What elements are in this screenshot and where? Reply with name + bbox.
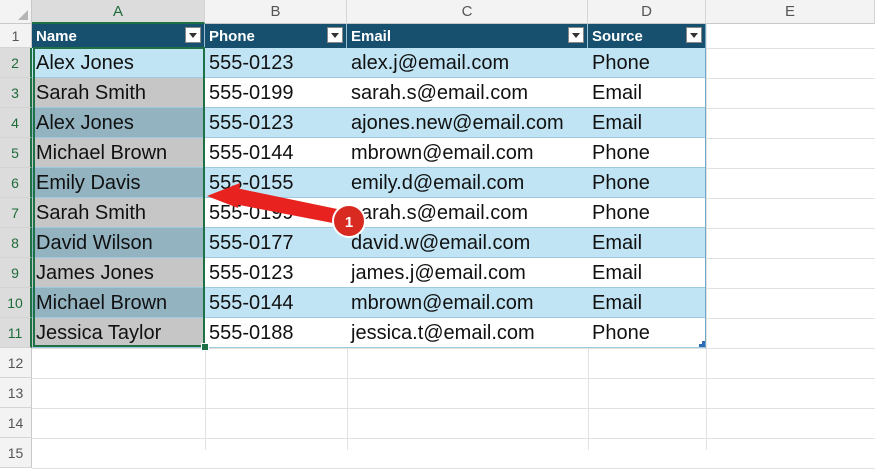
table-cell[interactable]: David Wilson <box>32 228 205 258</box>
table-cell[interactable]: 555-0188 <box>205 318 347 348</box>
table-cell[interactable]: 555-0177 <box>205 228 347 258</box>
table-cell[interactable]: sarah.s@email.com <box>347 198 588 228</box>
table-cell[interactable]: Phone <box>588 318 706 348</box>
row-header-5[interactable]: 5 <box>0 138 32 168</box>
table-cell[interactable]: Alex Jones <box>32 48 205 78</box>
header-cell-name[interactable]: Name <box>32 24 205 48</box>
table-cell[interactable]: Sarah Smith <box>32 198 205 228</box>
table-cell[interactable]: Phone <box>588 168 706 198</box>
filter-dropdown-icon[interactable] <box>327 27 343 43</box>
header-cell-phone[interactable]: Phone <box>205 24 347 48</box>
table-cell[interactable]: 555-0123 <box>205 48 347 78</box>
table-cell[interactable]: Email <box>588 228 706 258</box>
column-header-d[interactable]: D <box>588 0 706 24</box>
table-cell[interactable]: 555-0199 <box>205 78 347 108</box>
table-cell[interactable]: Sarah Smith <box>32 78 205 108</box>
row-header-13[interactable]: 13 <box>0 378 32 408</box>
column-header-e[interactable]: E <box>706 0 875 24</box>
header-label: Phone <box>209 27 255 45</box>
table-resize-handle[interactable] <box>699 341 705 347</box>
table-cell[interactable]: Alex Jones <box>32 108 205 138</box>
table-cell[interactable]: Phone <box>588 138 706 168</box>
spreadsheet-grid[interactable]: ABCDE 1 2 3 4 5 6 7 8 9 10 11 12 13 14 15 Name Phone Ema… <box>0 0 875 469</box>
table-cell[interactable]: Phone <box>588 48 706 78</box>
table-cell[interactable]: Email <box>588 78 706 108</box>
column-header-b[interactable]: B <box>205 0 347 24</box>
fill-handle[interactable] <box>201 343 209 351</box>
header-cell-source[interactable]: Source <box>588 24 706 48</box>
table-cell[interactable]: jessica.t@email.com <box>347 318 588 348</box>
row-header-8[interactable]: 8 <box>0 228 32 258</box>
table-cell[interactable]: emily.d@email.com <box>347 168 588 198</box>
table-cell[interactable]: James Jones <box>32 258 205 288</box>
table-cell[interactable]: mbrown@email.com <box>347 138 588 168</box>
row-header-7[interactable]: 7 <box>0 198 32 228</box>
row-header-12[interactable]: 12 <box>0 348 32 378</box>
header-label: Email <box>351 27 392 45</box>
table-cell[interactable]: Emily Davis <box>32 168 205 198</box>
header-label: Source <box>592 27 643 45</box>
table-cell[interactable]: Email <box>588 288 706 318</box>
select-all-corner[interactable] <box>0 0 32 24</box>
column-header-c[interactable]: C <box>347 0 588 24</box>
table-cell[interactable]: 555-0199 <box>205 198 347 228</box>
row-header-15[interactable]: 15 <box>0 438 32 468</box>
filter-dropdown-icon[interactable] <box>568 27 584 43</box>
table-cell[interactable]: 555-0155 <box>205 168 347 198</box>
table-cell[interactable]: 555-0123 <box>205 258 347 288</box>
filter-dropdown-icon[interactable] <box>185 27 201 43</box>
row-header-10[interactable]: 10 <box>0 288 32 318</box>
table-cell[interactable]: Email <box>588 258 706 288</box>
table-cell[interactable]: alex.j@email.com <box>347 48 588 78</box>
row-header-2[interactable]: 2 <box>0 48 32 78</box>
table-cell[interactable]: Phone <box>588 198 706 228</box>
table-cell[interactable]: ajones.new@email.com <box>347 108 588 138</box>
table-cell[interactable]: Michael Brown <box>32 138 205 168</box>
table-cell[interactable]: 555-0144 <box>205 138 347 168</box>
table-cell[interactable]: mbrown@email.com <box>347 288 588 318</box>
row-header-3[interactable]: 3 <box>0 78 32 108</box>
row-header-1[interactable]: 1 <box>0 24 32 48</box>
table-cell[interactable]: 555-0144 <box>205 288 347 318</box>
header-label: Name <box>36 27 77 45</box>
table-cell[interactable]: Michael Brown <box>32 288 205 318</box>
filter-dropdown-icon[interactable] <box>686 27 702 43</box>
row-header-11[interactable]: 11 <box>0 318 32 348</box>
column-header-a[interactable]: A <box>32 0 205 24</box>
row-header-4[interactable]: 4 <box>0 108 32 138</box>
row-header-14[interactable]: 14 <box>0 408 32 438</box>
table-cell[interactable]: sarah.s@email.com <box>347 78 588 108</box>
table-cell[interactable]: james.j@email.com <box>347 258 588 288</box>
table-cell[interactable]: Jessica Taylor <box>32 318 205 348</box>
header-cell-email[interactable]: Email <box>347 24 588 48</box>
table-cell[interactable]: 555-0123 <box>205 108 347 138</box>
table-cell[interactable]: david.w@email.com <box>347 228 588 258</box>
table-cell[interactable]: Email <box>588 108 706 138</box>
row-header-9[interactable]: 9 <box>0 258 32 288</box>
row-header-6[interactable]: 6 <box>0 168 32 198</box>
